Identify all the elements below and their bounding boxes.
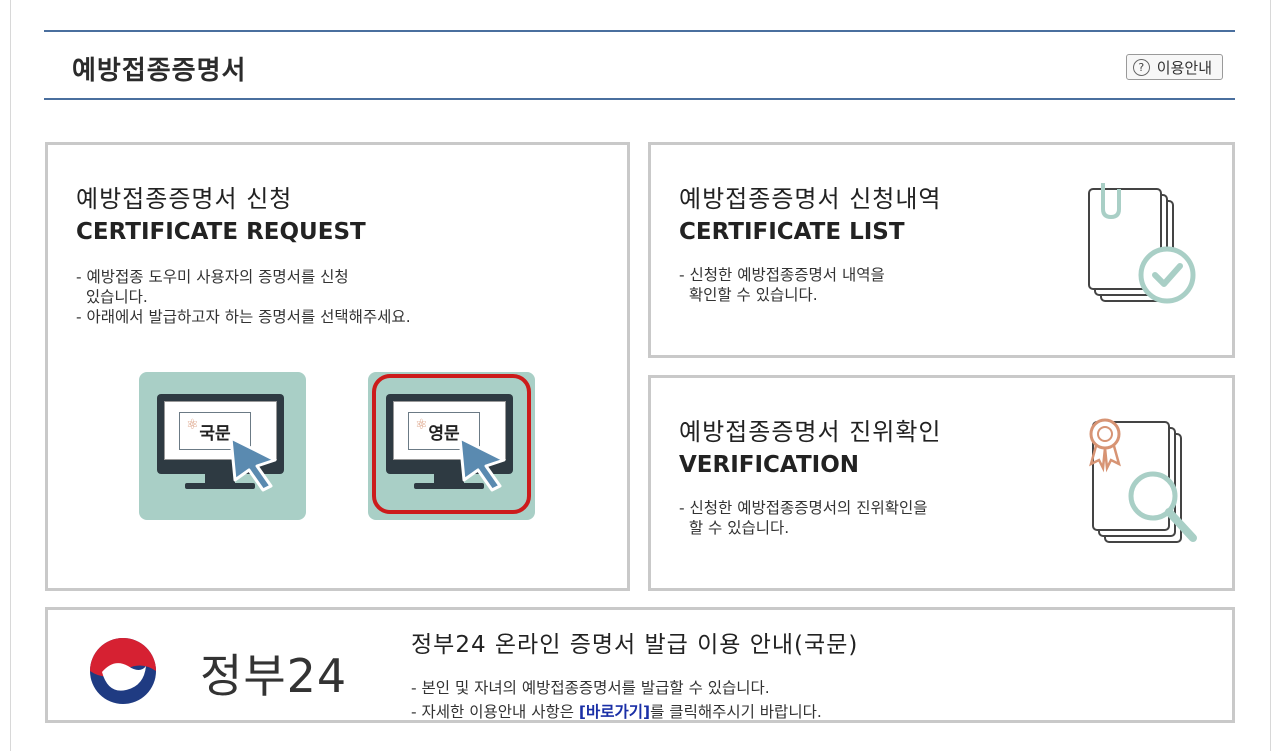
list-title-ko: 예방접종증명서 신청내역 (679, 185, 942, 213)
list-desc: - 신청한 예방접종증명서 내역을 확인할 수 있습니다. (679, 266, 885, 304)
verification-panel[interactable]: 예방접종증명서 진위확인 VERIFICATION - 신청한 예방접종증명서의… (648, 375, 1235, 591)
gov24-shortcut-link[interactable]: [바로가기] (579, 703, 650, 721)
verify-title-en: VERIFICATION (679, 452, 859, 478)
list-title-en: CERTIFICATE LIST (679, 219, 905, 245)
korean-certificate-button[interactable]: ⚛ 국문 (139, 372, 306, 520)
page-title: 예방접종증명서 (72, 56, 247, 86)
page-header: 예방접종증명서 ? 이용안내 (44, 30, 1235, 100)
guide-button[interactable]: ? 이용안내 (1125, 54, 1223, 80)
award-icon: ⚛ (186, 417, 199, 433)
gov24-desc: - 본인 및 자녀의 예방접종증명서를 발급할 수 있습니다. - 자세한 이용… (411, 676, 822, 724)
gov24-title: 정부24 온라인 증명서 발급 이용 안내(국문) (411, 632, 859, 658)
gov24-desc-2-suffix: 를 클릭해주시기 바랍니다. (650, 703, 822, 721)
document-check-icon (1088, 183, 1196, 304)
verify-desc: - 신청한 예방접종증명서의 진위확인을 할 수 있습니다. (679, 499, 928, 537)
guide-button-label: 이용안내 (1156, 58, 1212, 77)
gov24-logo-icon (90, 638, 156, 704)
page-frame-left (10, 0, 11, 751)
cursor-icon (229, 436, 277, 492)
gov24-panel: 정부24 정부24 온라인 증명서 발급 이용 안내(국문) - 본인 및 자녀… (45, 607, 1235, 723)
help-icon: ? (1132, 58, 1150, 76)
request-title-en: CERTIFICATE REQUEST (76, 219, 366, 245)
certificate-list-panel[interactable]: 예방접종증명서 신청내역 CERTIFICATE LIST - 신청한 예방접종… (648, 142, 1235, 358)
gov24-desc-1: - 본인 및 자녀의 예방접종증명서를 발급할 수 있습니다. (411, 679, 770, 697)
gov24-desc-2-prefix: - 자세한 이용안내 사항은 (411, 703, 579, 721)
request-title-ko: 예방접종증명서 신청 (76, 185, 293, 213)
selected-highlight (372, 374, 531, 514)
page-frame-right (1270, 0, 1271, 751)
request-desc-2: - 아래에서 발급하고자 하는 증명서를 선택해주세요. (76, 308, 411, 326)
gov24-logo-text: 정부24 (200, 649, 348, 703)
verify-title-ko: 예방접종증명서 진위확인 (679, 418, 942, 446)
document-search-icon (1089, 418, 1197, 543)
request-desc-1: - 예방접종 도우미 사용자의 증명서를 신청 있습니다. (76, 268, 349, 306)
certificate-request-panel: 예방접종증명서 신청 CERTIFICATE REQUEST - 예방접종 도우… (45, 142, 630, 591)
